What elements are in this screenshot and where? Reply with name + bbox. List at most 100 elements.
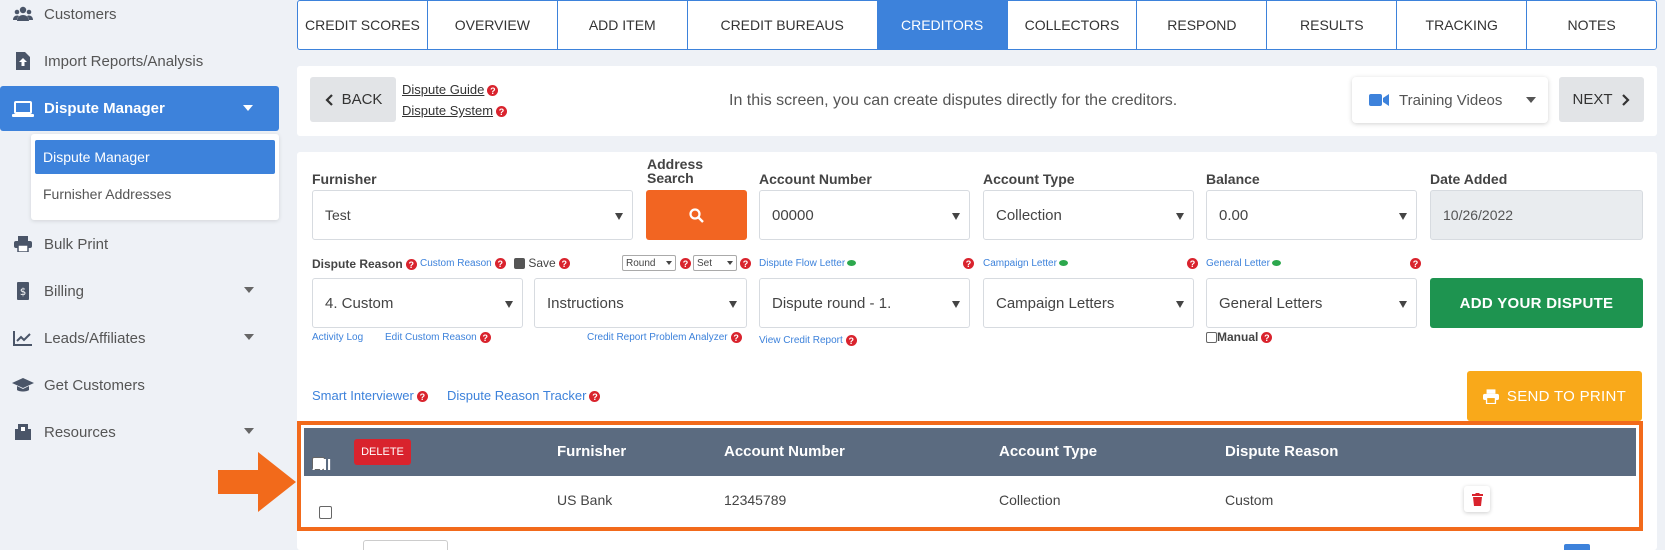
disputes-table: All DELETE Furnisher Account Number Acco… bbox=[297, 421, 1643, 531]
address-search-button[interactable] bbox=[646, 190, 747, 240]
tab-collectors[interactable]: COLLECTORS bbox=[1008, 1, 1138, 49]
tab-creditors[interactable]: CREDITORS bbox=[877, 1, 1008, 49]
dispute-reason-select[interactable]: 4. Custom bbox=[312, 278, 523, 328]
account-number-select[interactable]: 00000 bbox=[759, 190, 970, 240]
tab-notes[interactable]: NOTES bbox=[1527, 1, 1656, 49]
pagination-select[interactable] bbox=[363, 540, 448, 550]
sidebar-item-label: Resources bbox=[44, 423, 116, 441]
caret-down-icon bbox=[615, 213, 623, 220]
sidebar-item-import-reports[interactable]: Import Reports/Analysis bbox=[0, 41, 280, 81]
sidebar-item-dispute-manager[interactable]: Dispute Manager bbox=[0, 86, 279, 131]
send-to-print-button[interactable]: SEND TO PRINT bbox=[1467, 371, 1642, 421]
caret-down-icon bbox=[666, 261, 672, 265]
dispute-reason-value: 4. Custom bbox=[325, 294, 394, 312]
help-icon: ? bbox=[558, 258, 570, 270]
graduation-cap-icon bbox=[12, 376, 34, 394]
set-select[interactable]: Set bbox=[693, 255, 737, 271]
table-header: All DELETE Furnisher Account Number Acco… bbox=[304, 428, 1636, 476]
screen-info-text: In this screen, you can create disputes … bbox=[729, 92, 1178, 109]
caret-down-icon bbox=[729, 301, 737, 308]
tab-respond[interactable]: RESPOND bbox=[1137, 1, 1268, 49]
add-your-dispute-button[interactable]: ADD YOUR DISPUTE bbox=[1430, 278, 1643, 328]
help-icon: ? bbox=[740, 258, 751, 269]
delete-button[interactable]: DELETE bbox=[354, 439, 411, 465]
back-button[interactable]: BACK bbox=[310, 77, 396, 122]
tab-credit-scores[interactable]: CREDIT SCORES bbox=[298, 1, 428, 49]
view-credit-report-label: View Credit Report bbox=[759, 335, 843, 347]
sidebar-item-bulk-print[interactable]: Bulk Print bbox=[0, 224, 280, 264]
submenu-item-dispute-manager[interactable]: Dispute Manager bbox=[35, 140, 275, 174]
furnisher-value: Test bbox=[325, 207, 351, 223]
pagination-button[interactable] bbox=[1564, 544, 1590, 550]
chevron-left-icon bbox=[325, 93, 333, 106]
submenu-item-furnisher-addresses[interactable]: Furnisher Addresses bbox=[43, 186, 171, 202]
general-letter-label: General Letter bbox=[1206, 258, 1270, 269]
general-letters-select[interactable]: General Letters bbox=[1206, 278, 1417, 328]
date-added-label: Date Added bbox=[1430, 171, 1508, 187]
help-icon: ? bbox=[405, 259, 417, 271]
tab-results[interactable]: RESULTS bbox=[1267, 1, 1398, 49]
balance-select[interactable]: 0.00 bbox=[1206, 190, 1417, 240]
chevron-down-icon bbox=[244, 287, 254, 293]
back-label: BACK bbox=[341, 91, 383, 108]
round-select[interactable]: Round bbox=[622, 255, 676, 271]
sidebar-item-label: Import Reports/Analysis bbox=[44, 52, 204, 70]
dispute-reason-tracker-link[interactable]: Dispute Reason Tracker? bbox=[447, 388, 601, 403]
smart-interviewer-label: Smart Interviewer bbox=[312, 388, 414, 403]
delete-row-button[interactable] bbox=[1464, 486, 1490, 512]
date-added-field: 10/26/2022 bbox=[1430, 190, 1643, 240]
chart-line-icon bbox=[12, 329, 34, 347]
view-credit-report-link[interactable]: View Credit Report? bbox=[759, 335, 857, 346]
account-type-value: Collection bbox=[996, 206, 1062, 224]
training-videos-dropdown[interactable]: Training Videos bbox=[1352, 77, 1548, 123]
checkbox-checked[interactable] bbox=[514, 258, 525, 270]
tab-tracking[interactable]: TRACKING bbox=[1397, 1, 1528, 49]
help-icon: ? bbox=[479, 332, 491, 343]
pointer-arrow-icon bbox=[218, 452, 296, 512]
problem-analyzer-link[interactable]: Credit Report Problem Analyzer? bbox=[587, 332, 742, 343]
set-value: Set bbox=[697, 257, 713, 269]
column-header-account-type: Account Type bbox=[999, 443, 1098, 460]
caret-down-icon bbox=[727, 261, 733, 265]
custom-reason-link[interactable]: Custom Reason? bbox=[420, 258, 506, 269]
smart-interviewer-link[interactable]: Smart Interviewer? bbox=[312, 388, 428, 403]
dispute-guide-link[interactable]: Dispute Guide? bbox=[402, 82, 499, 97]
next-button[interactable]: NEXT bbox=[1559, 77, 1644, 122]
checkbox-unchecked[interactable] bbox=[1206, 332, 1217, 344]
checkbox-unchecked[interactable] bbox=[319, 506, 332, 519]
balance-label: Balance bbox=[1206, 171, 1260, 187]
instructions-select[interactable]: Instructions bbox=[534, 278, 747, 328]
custom-reason-label: Custom Reason bbox=[420, 258, 492, 270]
campaign-letters-select[interactable]: Campaign Letters bbox=[983, 278, 1194, 328]
sidebar-item-customers[interactable]: Customers bbox=[0, 0, 280, 34]
sidebar-item-resources[interactable]: Resources bbox=[0, 412, 280, 452]
activity-log-link[interactable]: Activity Log bbox=[312, 332, 363, 343]
sidebar-item-billing[interactable]: $ Billing bbox=[0, 271, 280, 311]
sidebar-item-get-customers[interactable]: Get Customers bbox=[0, 365, 280, 405]
furnisher-select[interactable]: Test bbox=[312, 190, 633, 240]
dispute-round-select[interactable]: Dispute round - 1. bbox=[759, 278, 970, 328]
save-checkbox[interactable]: Save? bbox=[514, 256, 570, 270]
video-camera-icon bbox=[1369, 94, 1389, 106]
campaign-letter-link[interactable]: Campaign Letter bbox=[983, 258, 1068, 269]
dispute-reason-tracker-label: Dispute Reason Tracker bbox=[447, 388, 587, 403]
round-value: Round bbox=[626, 257, 656, 269]
sidebar-item-label: Leads/Affiliates bbox=[44, 329, 146, 347]
tab-overview[interactable]: OVERVIEW bbox=[428, 1, 558, 49]
manual-checkbox[interactable]: Manual? bbox=[1206, 330, 1273, 344]
general-letter-link[interactable]: General Letter bbox=[1206, 258, 1281, 269]
tab-credit-bureaus[interactable]: CREDIT BUREAUS bbox=[688, 1, 878, 49]
help-icon: ? bbox=[494, 258, 506, 269]
account-type-select[interactable]: Collection bbox=[983, 190, 1194, 240]
sidebar-item-leads-affiliates[interactable]: Leads/Affiliates bbox=[0, 318, 280, 358]
tab-add-item[interactable]: ADD ITEM bbox=[558, 1, 688, 49]
edit-custom-reason-link[interactable]: Edit Custom Reason? bbox=[385, 332, 491, 343]
column-header-account-number: Account Number bbox=[724, 443, 845, 460]
dispute-system-label: Dispute System bbox=[402, 103, 494, 118]
column-header-furnisher: Furnisher bbox=[557, 443, 627, 460]
help-icon: ? bbox=[730, 332, 742, 343]
dispute-system-link[interactable]: Dispute System? bbox=[402, 103, 508, 118]
general-letters-value: General Letters bbox=[1219, 294, 1323, 312]
dispute-flow-letter-link[interactable]: Dispute Flow Letter bbox=[759, 258, 857, 269]
eye-icon bbox=[1271, 260, 1281, 267]
